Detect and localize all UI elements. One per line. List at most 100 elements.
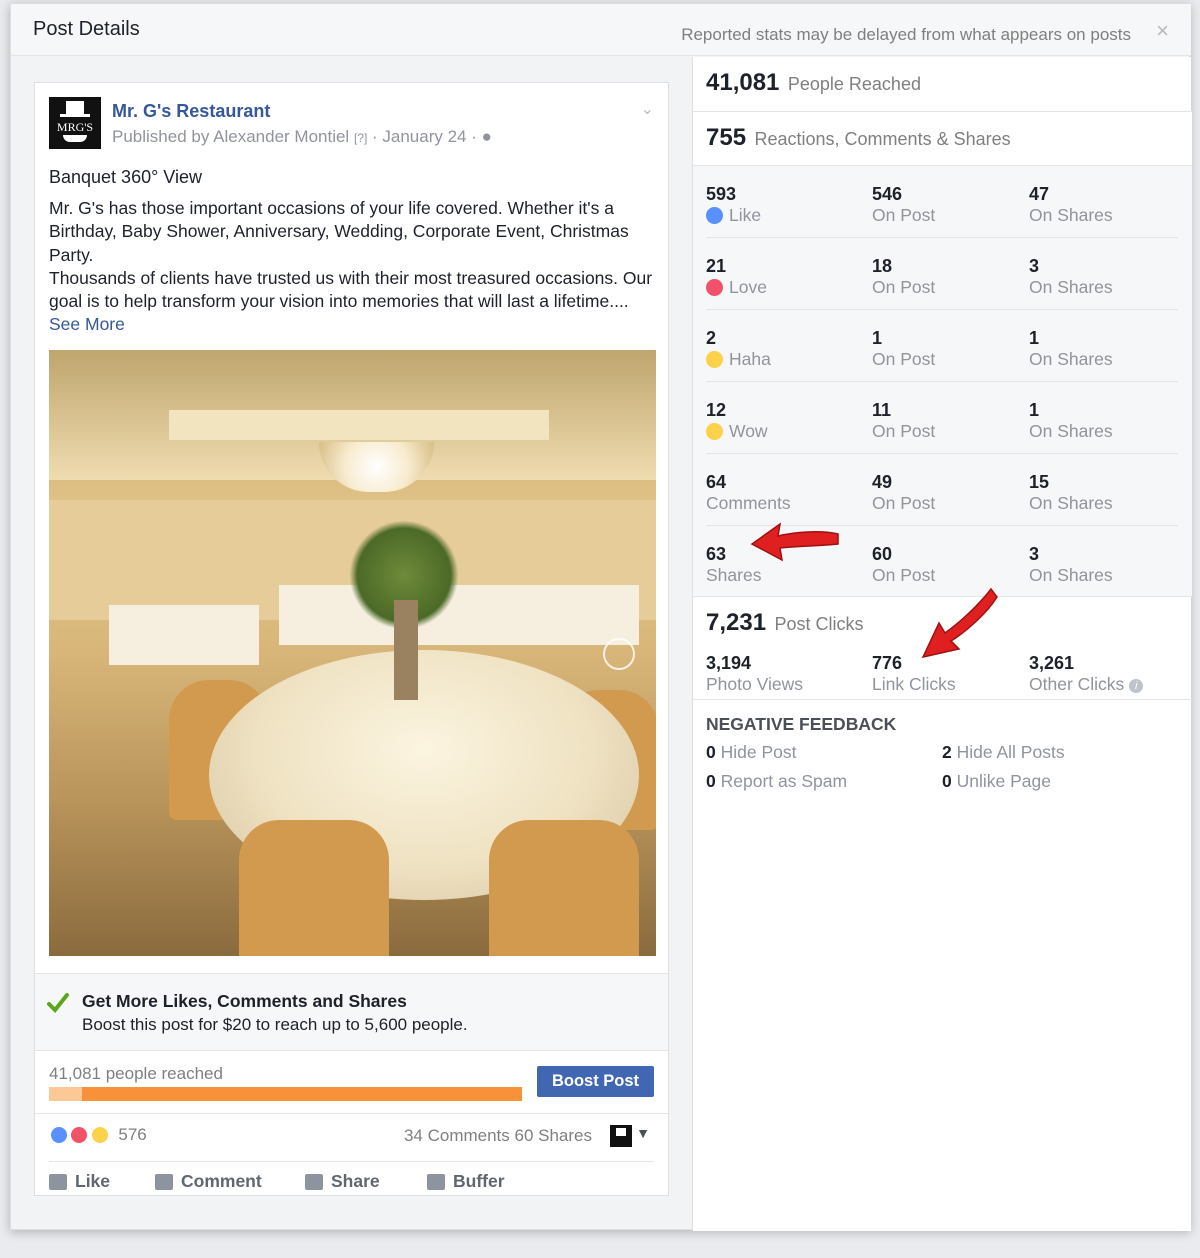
stat-value: 15 <box>1029 472 1050 492</box>
people-reached-row: 41,081 People Reached <box>693 57 1192 112</box>
mustache-icon <box>63 135 87 142</box>
post-body-text: Mr. G's has those important occasions of… <box>49 198 653 312</box>
stat-cell: 1 On Shares <box>1029 327 1113 369</box>
hide-all-posts-stat: 2 Hide All Posts <box>942 742 1065 763</box>
boost-post-button[interactable]: Boost Post <box>537 1066 654 1097</box>
engagement-total-row: 755 Reactions, Comments & Shares <box>693 112 1192 166</box>
see-more-link[interactable]: See More <box>49 314 125 334</box>
stat-label: On Post <box>872 349 936 369</box>
boost-subtext: Boost this post for $20 to reach up to 5… <box>82 1015 468 1034</box>
wow-stat-row: 12 Wow 11 On Post 1 On Shares <box>706 382 1178 454</box>
comment-action-label: Comment <box>181 1171 262 1191</box>
unlike-count: 0 <box>942 771 952 791</box>
photo-views-number: 3,194 <box>706 653 752 673</box>
buffer-action-button[interactable]: Buffer <box>427 1171 505 1192</box>
other-clicks-stat: 3,261 Other Clicks i <box>1029 652 1144 694</box>
comments-stat-row: 64 Comments 49 On Post 15 On Shares <box>706 454 1178 526</box>
reach-progress-bar <box>49 1087 522 1101</box>
stat-cell: 1 On Shares <box>1029 399 1113 441</box>
caret-down-icon[interactable]: ▼ <box>636 1125 650 1141</box>
stat-value: 11 <box>872 400 892 420</box>
link-clicks-label: Link Clicks <box>872 674 956 694</box>
photo-views-label: Photo Views <box>706 674 803 694</box>
chevron-down-icon[interactable]: ⌄ <box>641 99 654 119</box>
close-icon[interactable]: × <box>1156 18 1169 44</box>
wow-label: Wow <box>729 421 768 441</box>
reaction-summary[interactable]: 576 <box>49 1125 147 1149</box>
stat-label: On Shares <box>1029 493 1113 513</box>
stat-value: 1 <box>1029 400 1040 420</box>
share-arrow-icon <box>305 1174 323 1191</box>
photo-chandelier <box>319 442 434 492</box>
other-clicks-label-wrap: Other Clicks i <box>1029 674 1144 694</box>
haha-stat-row: 2 Haha 1 On Post 1 On Shares <box>706 310 1178 382</box>
comments-shares-count[interactable]: 34 Comments 60 Shares <box>404 1126 592 1146</box>
360-view-icon[interactable] <box>603 638 635 670</box>
people-reached-label: People Reached <box>787 74 921 94</box>
comments-count: 64 <box>706 472 727 492</box>
post-details-modal: Post Details Reported stats may be delay… <box>10 3 1192 1231</box>
photo-chair <box>239 820 389 956</box>
stat-cell: 1 On Post <box>872 327 935 369</box>
modal-header: Post Details Reported stats may be delay… <box>11 4 1191 56</box>
love-label: Love <box>729 277 767 297</box>
stat-value: 1 <box>1029 328 1040 348</box>
stat-cell: 64 Comments <box>706 471 791 513</box>
stat-label: On Shares <box>1029 421 1113 441</box>
page-name-link[interactable]: Mr. G's Restaurant <box>112 101 270 122</box>
avatar-logo-text: MRG'S <box>56 120 94 134</box>
post-card: MRG'S Mr. G's Restaurant Published by Al… <box>34 82 669 1196</box>
comment-bubble-icon <box>155 1174 173 1191</box>
comments-label: Comments <box>706 493 791 513</box>
haha-label: Haha <box>729 349 771 369</box>
post-title: Banquet 360° View <box>49 167 202 187</box>
page-avatar-small[interactable] <box>610 1125 632 1147</box>
photo-side-table <box>109 605 259 665</box>
thumbs-up-icon <box>49 1174 67 1191</box>
haha-reaction-icon <box>706 351 723 368</box>
stat-label: On Post <box>872 205 936 225</box>
stat-cell: 49 On Post <box>872 471 935 513</box>
engagement-total-label: Reactions, Comments & Shares <box>754 129 1011 149</box>
people-reached-number: 41,081 <box>706 69 780 96</box>
stat-value: 1 <box>872 328 883 348</box>
stat-cell: 593 Like <box>706 183 761 225</box>
spam-label: Report as Spam <box>720 771 848 791</box>
stat-cell: 21 Love <box>706 255 767 297</box>
photo-beam <box>169 410 549 440</box>
help-link[interactable]: [?] <box>354 131 367 145</box>
wow-reaction-icon <box>89 1125 110 1145</box>
stat-cell: 12 Wow <box>706 399 768 441</box>
stat-cell: 47 On Shares <box>1029 183 1113 225</box>
page-avatar[interactable]: MRG'S <box>49 97 101 149</box>
banquet-360-photo[interactable] <box>49 350 656 956</box>
like-label: Like <box>729 205 762 225</box>
byline: Published by Alexander Montiel [?] · Jan… <box>112 127 492 147</box>
stat-cell: 60 On Post <box>872 543 935 585</box>
wow-count: 12 <box>706 400 727 420</box>
stat-cell: 11 On Post <box>872 399 935 441</box>
stat-label: On Post <box>872 421 936 441</box>
stat-value: 546 <box>872 184 903 204</box>
report-spam-stat: 0 Report as Spam <box>706 771 847 792</box>
like-action-button[interactable]: Like <box>49 1171 110 1192</box>
stat-value: 3 <box>1029 256 1040 276</box>
comment-action-button[interactable]: Comment <box>155 1171 262 1192</box>
post-date[interactable]: · January 24 · <box>372 127 477 146</box>
love-reaction-icon <box>69 1125 90 1145</box>
info-icon[interactable]: i <box>1129 679 1144 693</box>
spam-count: 0 <box>706 771 716 791</box>
stat-cell: 546 On Post <box>872 183 935 225</box>
love-reaction-icon <box>706 279 723 296</box>
photo-chair <box>489 820 639 956</box>
wow-reaction-icon <box>706 423 723 440</box>
boost-suggestion: Get More Likes, Comments and Shares Boos… <box>35 973 668 1051</box>
delay-note: Reported stats may be delayed from what … <box>681 25 1131 44</box>
stat-label: On Shares <box>1029 349 1113 369</box>
stat-value: 3 <box>1029 544 1040 564</box>
share-action-button[interactable]: Share <box>305 1171 380 1192</box>
stat-cell: 2 Haha <box>706 327 771 369</box>
negative-feedback-section: NEGATIVE FEEDBACK 0 Hide Post 2 Hide All… <box>706 714 1186 791</box>
shares-label: Shares <box>706 565 762 585</box>
photo-vase <box>394 600 418 700</box>
